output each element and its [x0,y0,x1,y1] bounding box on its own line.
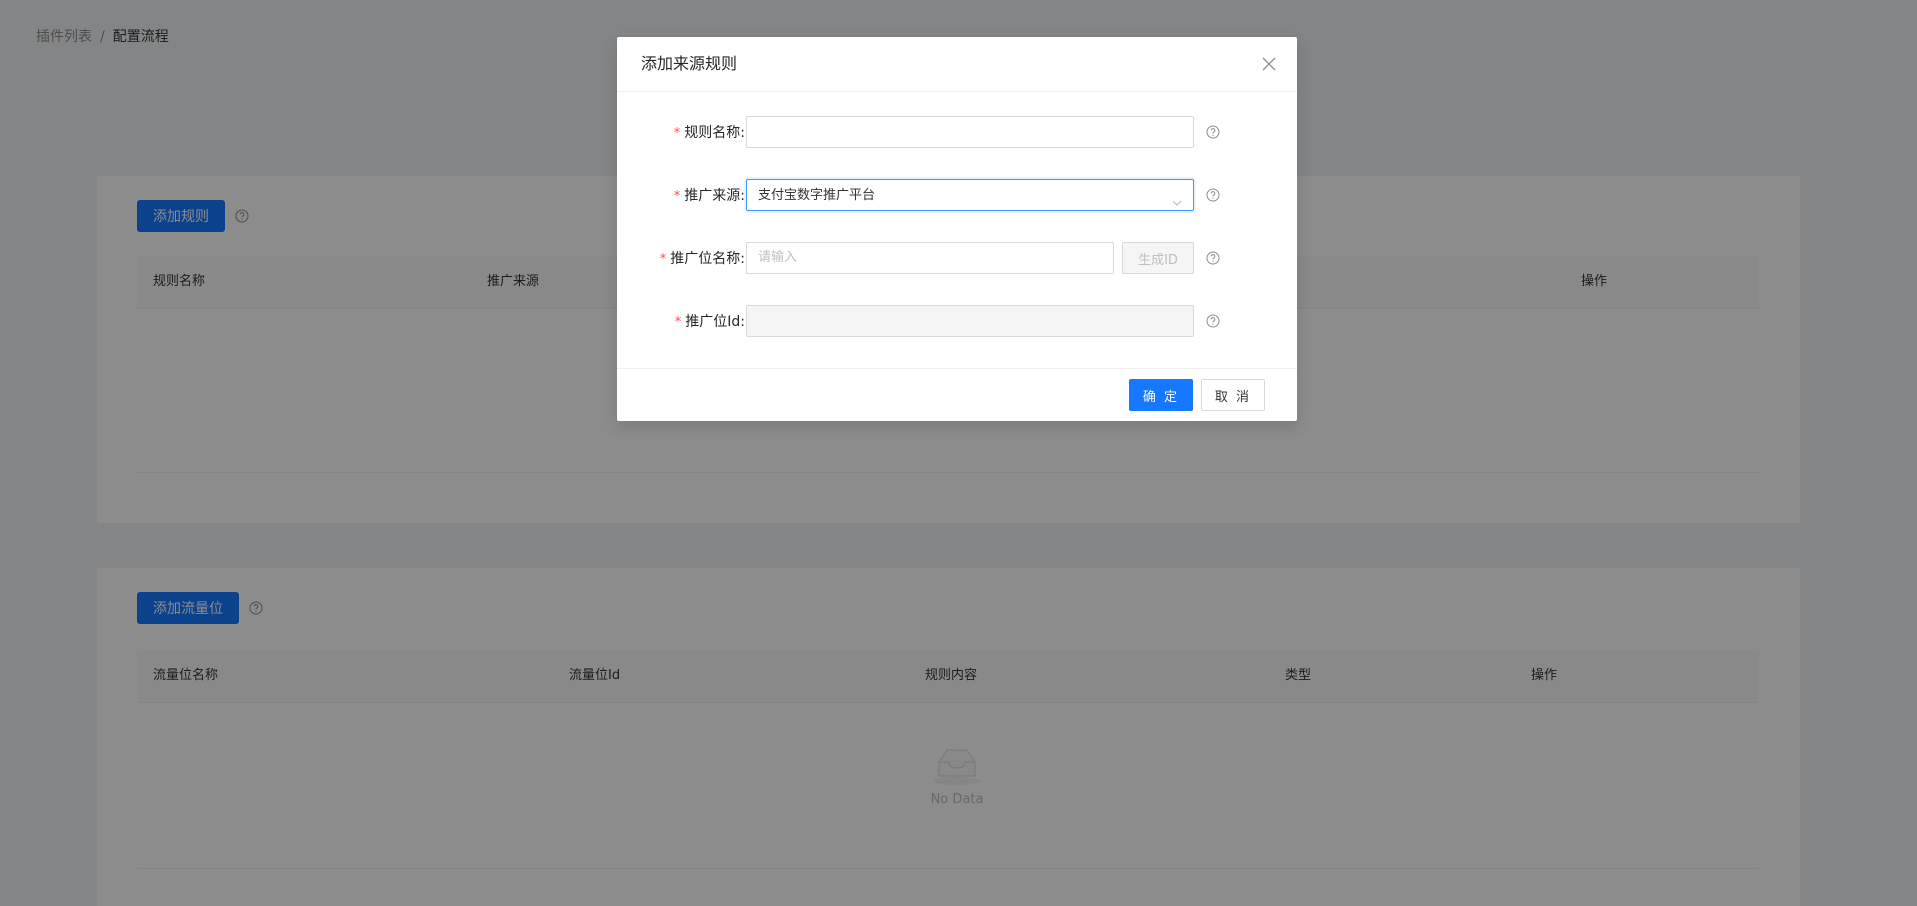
add-source-rule-modal: 添加来源规则 *规则名称: *推广来源: 支付宝数字推广平台 *推广位名称: 生… [617,37,1297,421]
position-id-input[interactable] [746,305,1194,337]
source-label: * 推广来源: [673,188,745,204]
question-circle-icon[interactable] [1206,188,1220,202]
close-icon[interactable] [1259,54,1279,74]
question-circle-icon[interactable] [1206,125,1220,139]
question-circle-icon[interactable] [1206,314,1220,328]
chevron-down-icon [1171,190,1183,206]
position-name-label: * 推广位名称: [659,251,745,267]
position-id-row: * 推广位Id: [617,305,1297,339]
required-mark: * [674,315,682,330]
position-name-input[interactable] [746,242,1114,274]
question-circle-icon[interactable] [1206,251,1220,265]
position-name-row: *推广位名称: 生成ID [617,242,1297,276]
modal-header: 添加来源规则 [617,37,1297,92]
rule-name-row: * 规则名称: [617,116,1297,150]
source-select-value: 支付宝数字推广平台 [758,188,876,203]
modal-title: 添加来源规则 [641,54,738,73]
modal-footer: 确 定 取 消 [617,368,1297,422]
rule-name-input[interactable] [746,116,1194,148]
rule-name-label: * 规则名称: [673,125,745,141]
source-select[interactable]: 支付宝数字推广平台 [746,179,1194,211]
position-id-label: * 推广位Id: [674,314,745,330]
required-mark: * [659,252,667,267]
required-mark: * [673,189,681,204]
cancel-button[interactable]: 取 消 [1201,379,1265,411]
source-row: * 推广来源: 支付宝数字推广平台 [617,179,1297,213]
generate-id-button[interactable]: 生成ID [1122,242,1194,274]
required-mark: * [673,126,681,141]
ok-button[interactable]: 确 定 [1129,379,1193,411]
